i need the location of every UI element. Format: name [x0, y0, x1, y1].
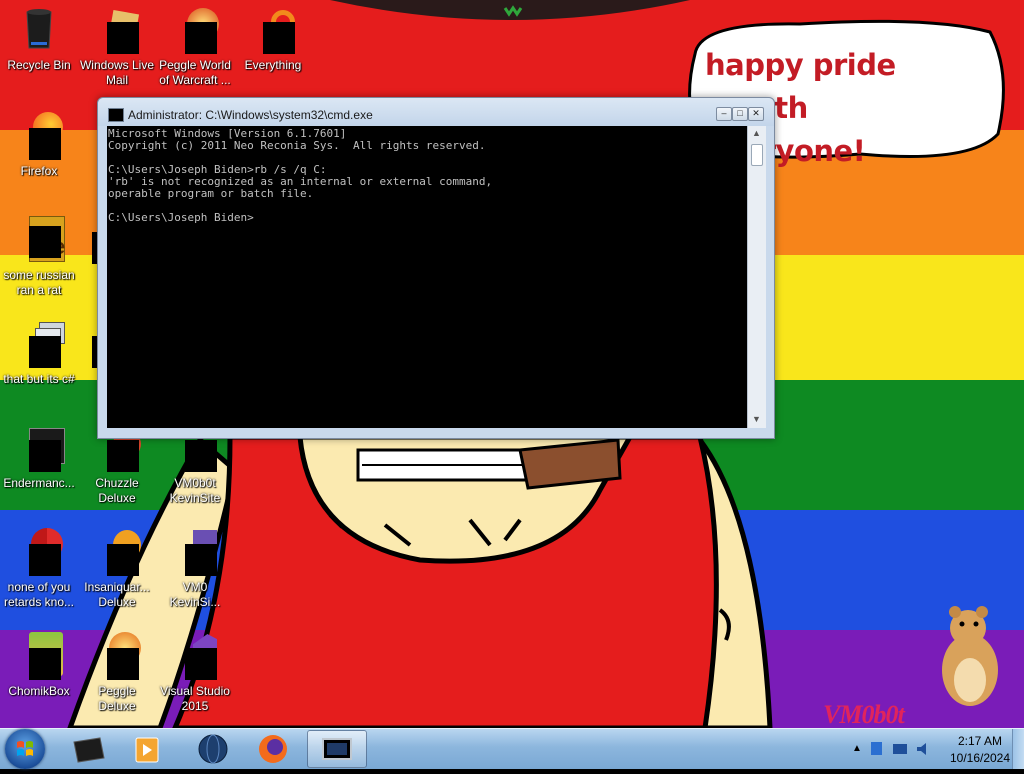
- cmd-title-bar[interactable]: Administrator: C:\Windows\system32\cmd.e…: [98, 98, 774, 126]
- volume-icon[interactable]: [914, 740, 932, 758]
- folder-dark-icon: [73, 737, 105, 763]
- taskbar-explorer-button[interactable]: [62, 730, 114, 768]
- desktop-icon-recycle-bin[interactable]: Recycle Bin: [0, 6, 78, 73]
- system-tray: ▲ 2:17 AM 10/16/2024: [852, 729, 1024, 769]
- cmd-scrollbar[interactable]: ▲ ▼: [747, 126, 766, 428]
- media-player-icon: [135, 737, 159, 763]
- watermark-text: VM0b0t: [823, 700, 905, 728]
- desktop-icon-peggle-world-of-warcraft[interactable]: Peggle World of Warcraft ...: [156, 6, 234, 88]
- desktop-icon-chomikbox[interactable]: ChomikBox: [0, 632, 78, 699]
- show-hidden-icons-icon[interactable]: ▲: [852, 743, 862, 754]
- scroll-down-arrow-icon[interactable]: ▼: [752, 414, 761, 424]
- cmd-window[interactable]: Administrator: C:\Windows\system32\cmd.e…: [97, 97, 775, 439]
- cmd-console-output[interactable]: Microsoft Windows [Version 6.1.7601] Cop…: [107, 126, 747, 428]
- firefox-icon: [259, 735, 287, 763]
- chrome-like-icon: [15, 528, 63, 576]
- taskbar: ▲ 2:17 AM 10/16/2024: [0, 728, 1024, 769]
- action-center-flag-icon[interactable]: [868, 740, 886, 758]
- close-button[interactable]: ✕: [748, 107, 764, 121]
- taskbar-globe-button[interactable]: [187, 730, 239, 768]
- visual-studio-icon: [171, 632, 219, 680]
- globe-icon: [198, 734, 228, 764]
- desktop-icon-everything[interactable]: Everything: [234, 6, 312, 73]
- cmd-window-title: Administrator: C:\Windows\system32\cmd.e…: [128, 108, 373, 122]
- peggle-deluxe-icon: [93, 632, 141, 680]
- maximize-button[interactable]: □: [732, 107, 748, 121]
- terminal-icon: [15, 424, 65, 472]
- taskbar-cmd-button[interactable]: [307, 730, 367, 768]
- minimize-button[interactable]: –: [716, 107, 732, 121]
- windows-logo-icon: [17, 741, 33, 756]
- recycle-bin-icon: [15, 6, 63, 54]
- magnifier-icon: [249, 6, 297, 54]
- desktop-icon-insaniquarium-deluxe[interactable]: Insaniquar... Deluxe: [78, 528, 156, 610]
- fish-icon: [93, 528, 141, 576]
- desktop-icon-windows-live-mail[interactable]: Windows Live Mail: [78, 6, 156, 88]
- desktop-icon-peggle-deluxe[interactable]: Peggle Deluxe: [78, 632, 156, 714]
- desktop-icon-endermanch[interactable]: Endermanc...: [0, 424, 78, 491]
- desktop-icon-firefox[interactable]: Firefox: [0, 112, 78, 179]
- clock-date[interactable]: 10/16/2024: [938, 751, 1022, 765]
- scrollbar-thumb[interactable]: [751, 144, 763, 166]
- cmd-app-icon: [108, 108, 124, 122]
- clock-time[interactable]: 2:17 AM: [938, 734, 1022, 748]
- document-icon: e: [15, 216, 65, 264]
- taskbar-firefox-button[interactable]: [247, 730, 299, 768]
- desktop-icon-some-russian-ran-a-rat[interactable]: e some russian ran a rat: [0, 216, 78, 298]
- network-icon[interactable]: [891, 740, 909, 758]
- firefox-icon: [15, 112, 63, 160]
- taskbar-media-player-button[interactable]: [120, 730, 172, 768]
- desktop-icon-visual-studio-2015[interactable]: Visual Studio 2015: [156, 632, 234, 714]
- desktop-icon-vm0-kevinsite[interactable]: VM0 KevinSi...: [156, 528, 234, 610]
- peggle-icon: [171, 6, 219, 54]
- document-purple-icon: [171, 528, 219, 576]
- mail-icon: [93, 6, 141, 54]
- show-desktop-button[interactable]: [1012, 729, 1024, 769]
- start-button[interactable]: [5, 729, 45, 769]
- window-stack-icon: [15, 320, 65, 368]
- desktop-icon-none-of-you[interactable]: none of you retards kno...: [0, 528, 78, 610]
- hamster-icon: [942, 606, 998, 706]
- scroll-up-arrow-icon[interactable]: ▲: [752, 128, 761, 138]
- cmd-icon: [322, 738, 352, 760]
- chomikbox-icon: [15, 632, 63, 680]
- desktop-icon-that-but-its-csharp[interactable]: that but its c#: [0, 320, 78, 387]
